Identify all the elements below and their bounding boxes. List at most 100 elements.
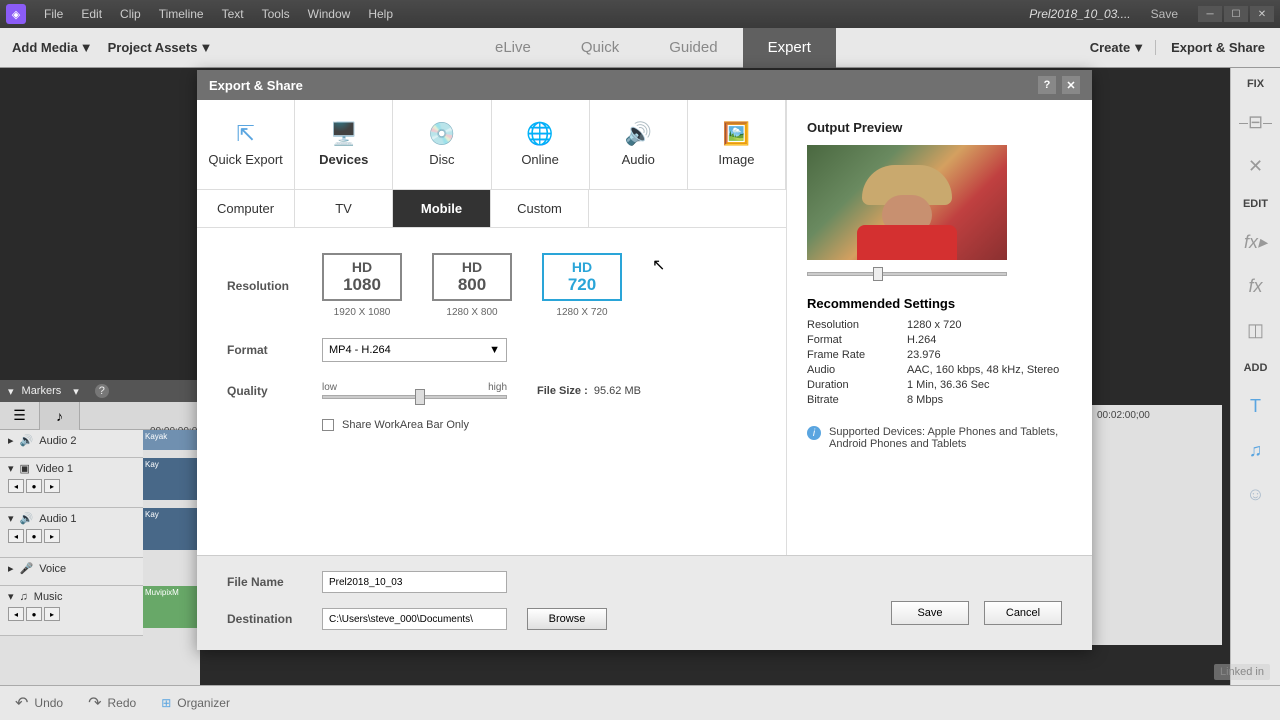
title-icon[interactable]: T — [1244, 394, 1268, 418]
destination-input[interactable] — [322, 608, 507, 630]
menu-clip[interactable]: Clip — [112, 3, 149, 25]
export-share-dialog: Export & Share ? ✕ ⇱ Quick Export 🖥️ Dev… — [197, 70, 1092, 650]
tab-guided[interactable]: Guided — [644, 28, 742, 68]
edit-label: EDIT — [1243, 198, 1268, 210]
online-icon: 🌐 — [525, 122, 555, 146]
music-icon[interactable]: ♫ — [1244, 438, 1268, 462]
organizer-button[interactable]: ⊞Organizer — [161, 696, 230, 710]
timeline-ruler: 00:02:00;00 — [1092, 405, 1222, 645]
clip-music[interactable]: MuvipixM — [143, 586, 197, 628]
markers-bar[interactable]: ▾Markers▾ ? — [0, 380, 200, 402]
resolution-720[interactable]: HD720 1280 X 720 — [542, 253, 622, 318]
cat-online[interactable]: 🌐 Online — [492, 100, 590, 189]
clip-audio2[interactable]: Kayak — [143, 430, 197, 450]
cat-image[interactable]: 🖼️ Image — [688, 100, 786, 189]
save-button[interactable]: Save — [891, 601, 969, 625]
adjust-icon[interactable]: ⎯⊟⎯ — [1244, 110, 1268, 134]
close-icon[interactable]: ✕ — [1250, 6, 1274, 22]
redo-icon: ↷ — [88, 693, 101, 713]
cat-disc[interactable]: 💿 Disc — [393, 100, 491, 189]
cancel-button[interactable]: Cancel — [984, 601, 1062, 625]
project-assets-button[interactable]: Project Assets▼ — [108, 40, 213, 55]
preview-scrubber[interactable] — [807, 272, 1007, 276]
menu-help[interactable]: Help — [360, 3, 401, 25]
menu-file[interactable]: File — [36, 3, 71, 25]
quality-slider[interactable]: lowhigh — [322, 382, 507, 399]
minimize-icon[interactable]: ─ — [1198, 6, 1222, 22]
format-select[interactable]: MP4 - H.264 ▼ — [322, 338, 507, 362]
image-icon: 🖼️ — [721, 122, 751, 146]
fx-icon[interactable]: fx▸ — [1244, 230, 1268, 254]
device-sub-tabs: Computer TV Mobile Custom — [197, 190, 786, 228]
cat-audio[interactable]: 🔊 Audio — [590, 100, 688, 189]
undo-icon: ↶ — [15, 693, 28, 713]
title-bar: ◈ File Edit Clip Timeline Text Tools Win… — [0, 0, 1280, 28]
resolution-1080[interactable]: HD1080 1920 X 1080 — [322, 253, 402, 318]
output-preview-image — [807, 145, 1007, 260]
slider-thumb[interactable] — [415, 389, 425, 405]
cat-quick-export[interactable]: ⇱ Quick Export — [197, 100, 295, 189]
timeline-audio-icon[interactable]: ♪ — [40, 402, 80, 430]
resolution-800[interactable]: HD800 1280 X 800 — [432, 253, 512, 318]
dialog-help-icon[interactable]: ? — [1038, 76, 1056, 94]
tab-elive[interactable]: eLive — [470, 28, 556, 68]
titlebar-save-button[interactable]: Save — [1141, 5, 1188, 23]
sub-custom[interactable]: Custom — [491, 190, 589, 227]
sub-computer[interactable]: Computer — [197, 190, 295, 227]
export-category-tabs: ⇱ Quick Export 🖥️ Devices 💿 Disc 🌐 Onlin… — [197, 100, 786, 190]
cat-devices[interactable]: 🖥️ Devices — [295, 100, 393, 189]
bottom-bar: ↶Undo ↷Redo ⊞Organizer — [0, 685, 1280, 720]
filesize-value: 95.62 MB — [594, 385, 641, 397]
tab-expert[interactable]: Expert — [743, 28, 836, 68]
add-label: ADD — [1244, 362, 1268, 374]
export-share-button[interactable]: Export & Share — [1155, 40, 1265, 55]
menu-timeline[interactable]: Timeline — [151, 3, 212, 25]
resolution-label: Resolution — [227, 279, 322, 293]
clip-video1[interactable]: Kay — [143, 458, 197, 500]
output-preview-title: Output Preview — [807, 120, 1072, 135]
quick-export-icon: ⇱ — [231, 122, 261, 146]
audio-icon: 🔊 — [623, 122, 653, 146]
browse-button[interactable]: Browse — [527, 608, 607, 630]
add-media-button[interactable]: Add Media▼ — [12, 40, 93, 55]
menu-tools[interactable]: Tools — [254, 3, 298, 25]
tab-quick[interactable]: Quick — [556, 28, 644, 68]
redo-button[interactable]: ↷Redo — [88, 693, 136, 713]
tools-icon[interactable]: ✕ — [1244, 154, 1268, 178]
create-button[interactable]: Create▼ — [1090, 40, 1145, 55]
format-label: Format — [227, 343, 322, 357]
filesize-label: File Size : — [537, 385, 588, 397]
linkedin-watermark: Linked in — [1214, 664, 1270, 680]
dialog-bottom: File Name Destination Browse Save Cancel — [197, 555, 1092, 650]
menu-window[interactable]: Window — [300, 3, 359, 25]
fix-label: FIX — [1247, 78, 1264, 90]
filename-input[interactable] — [322, 571, 507, 593]
organizer-icon: ⊞ — [161, 696, 171, 710]
supported-devices-text: Supported Devices: Apple Phones and Tabl… — [829, 426, 1072, 450]
filename-label: File Name — [227, 575, 322, 589]
smiley-icon[interactable]: ☺ — [1244, 482, 1268, 506]
dialog-close-icon[interactable]: ✕ — [1062, 76, 1080, 94]
help-icon[interactable]: ? — [95, 384, 109, 398]
disc-icon: 💿 — [427, 122, 457, 146]
menu-text[interactable]: Text — [214, 3, 252, 25]
layers-icon[interactable]: ◫ — [1244, 318, 1268, 342]
clip-audio1[interactable]: Kay — [143, 508, 197, 550]
quality-label: Quality — [227, 384, 322, 398]
fx2-icon[interactable]: fx — [1244, 274, 1268, 298]
maximize-icon[interactable]: ☐ — [1224, 6, 1248, 22]
sub-mobile[interactable]: Mobile — [393, 190, 491, 227]
timeline-header: ☰ ♪ 00:00:00;00 — [0, 402, 200, 430]
dialog-titlebar: Export & Share ? ✕ — [197, 70, 1092, 100]
share-workarea-checkbox[interactable] — [322, 419, 334, 431]
sub-tv[interactable]: TV — [295, 190, 393, 227]
mode-bar: Add Media▼ Project Assets▼ eLive Quick G… — [0, 28, 1280, 68]
menu-bar: File Edit Clip Timeline Text Tools Windo… — [36, 3, 401, 25]
devices-icon: 🖥️ — [329, 122, 359, 146]
timeline-view-icon[interactable]: ☰ — [0, 402, 40, 430]
info-icon: i — [807, 426, 821, 440]
menu-edit[interactable]: Edit — [73, 3, 110, 25]
share-workarea-label: Share WorkArea Bar Only — [342, 419, 469, 431]
ruler-timecode: 00:02:00;00 — [1092, 405, 1222, 426]
undo-button[interactable]: ↶Undo — [15, 693, 63, 713]
